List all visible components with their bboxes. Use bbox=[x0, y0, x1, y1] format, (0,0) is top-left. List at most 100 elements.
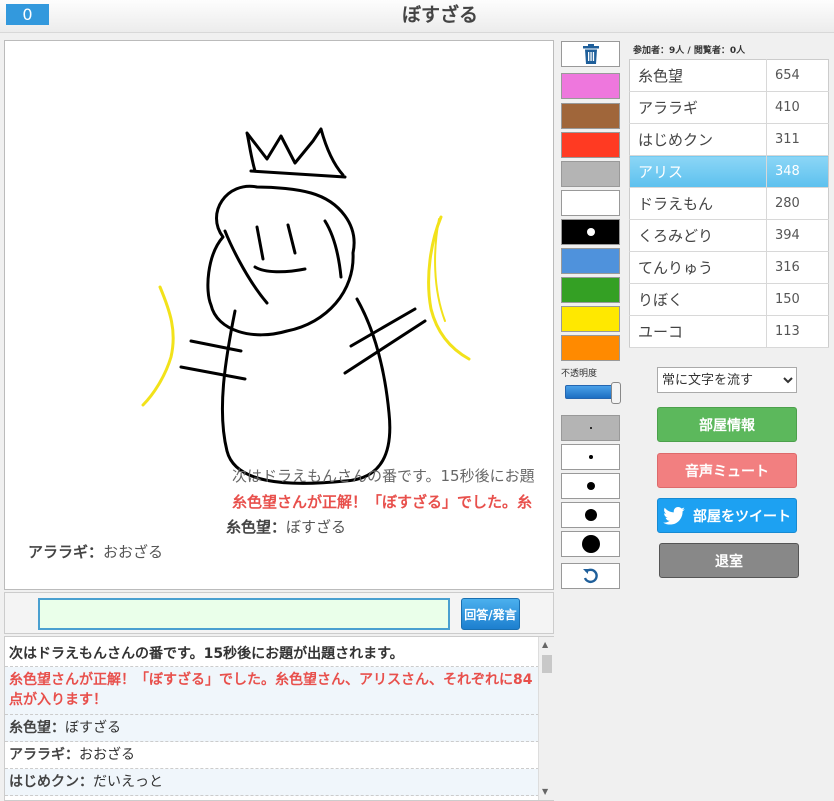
stroke-yellow-right bbox=[427, 215, 471, 361]
player-score: 410 bbox=[766, 91, 829, 124]
overlay-correct-message: 糸色望さんが正解！「ぼすざる」でした。糸 bbox=[232, 493, 533, 511]
player-score: 316 bbox=[766, 251, 829, 284]
participant-count: 参加者：9人 / 閲覧者：0人 bbox=[633, 46, 746, 56]
player-row: 糸色望 654 bbox=[629, 59, 829, 92]
stroke-eye-right bbox=[286, 223, 297, 255]
dot-icon bbox=[589, 427, 592, 429]
log-item: 糸色望さんが正解！「ぼすざる」でした。糸色望さん、アリスさん、それぞれに84点が… bbox=[5, 667, 539, 715]
chat-log: 次はドラえもんさんの番です。15秒後にお題が出題されます。 糸色望さんが正解！「ぼ… bbox=[4, 636, 554, 801]
stroke-mouth bbox=[253, 265, 307, 274]
log-user: アララギ： bbox=[9, 747, 79, 763]
stroke-yellow-left bbox=[141, 285, 175, 407]
brush-size-5[interactable] bbox=[561, 531, 620, 557]
log-text: だいえっと bbox=[93, 774, 163, 790]
mute-audio-button[interactable]: 音声ミュート bbox=[657, 453, 797, 488]
player-row: はじめクン 311 bbox=[629, 123, 829, 156]
opacity-track[interactable] bbox=[565, 385, 617, 399]
player-row: くろみどり 394 bbox=[629, 219, 829, 252]
answer-input[interactable] bbox=[38, 598, 450, 630]
dot-icon bbox=[586, 482, 595, 490]
log-item: はじめクン：だいえっと bbox=[5, 769, 539, 796]
trash-icon bbox=[582, 44, 599, 64]
stroke-head bbox=[206, 184, 356, 337]
clear-canvas-button[interactable] bbox=[561, 41, 620, 67]
timer-badge: 0 bbox=[6, 4, 49, 25]
submit-answer-button[interactable]: 回答/発言 bbox=[461, 598, 520, 630]
player-list: 糸色望 654 アララギ 410 はじめクン 311 アリス 348 ドラえもん 280 くろみどり… bbox=[629, 59, 829, 348]
overlay-chat-2: アララギ：おおざる bbox=[28, 541, 163, 562]
log-item: 糸色望：ぼすざる bbox=[5, 715, 539, 742]
player-score: 311 bbox=[766, 123, 829, 156]
overlay-chat-user: アララギ： bbox=[28, 543, 104, 561]
opacity-slider[interactable] bbox=[565, 382, 621, 404]
overlay-chat-user: 糸色望： bbox=[226, 518, 287, 536]
player-name: てんりゅう bbox=[629, 251, 767, 284]
color-swatch[interactable] bbox=[561, 132, 620, 158]
color-swatch[interactable] bbox=[561, 306, 620, 332]
color-swatch[interactable] bbox=[561, 335, 620, 361]
drawing-canvas[interactable]: 次はドラえもんさんの番です。15秒後にお題 糸色望さんが正解！「ぼすざる」でした… bbox=[4, 40, 554, 590]
overlay-chat-1: 糸色望：ぼすざる bbox=[226, 516, 346, 537]
tweet-room-label: 部屋をツイート bbox=[693, 508, 791, 525]
player-name: りぼく bbox=[629, 283, 767, 316]
log-user: はじめクン： bbox=[9, 774, 93, 790]
stroke-arm-left-2 bbox=[179, 365, 247, 381]
color-swatch[interactable] bbox=[561, 277, 620, 303]
scroll-down-icon[interactable]: ▼ bbox=[542, 787, 548, 796]
overlay-chat-text: ぼすざる bbox=[286, 518, 347, 536]
stroke-arm-right-2 bbox=[343, 319, 427, 375]
color-swatch[interactable] bbox=[561, 73, 620, 99]
stroke-yellow-right-2 bbox=[434, 218, 446, 322]
player-row: ドラえもん 280 bbox=[629, 187, 829, 220]
brush-size-4[interactable] bbox=[561, 502, 620, 528]
color-swatch[interactable] bbox=[561, 103, 620, 129]
dot-icon bbox=[581, 535, 600, 553]
opacity-thumb[interactable] bbox=[611, 382, 621, 404]
stroke-face-right bbox=[323, 219, 343, 279]
color-swatch[interactable] bbox=[561, 190, 620, 216]
player-name: はじめクン bbox=[629, 123, 767, 156]
player-row: アララギ 410 bbox=[629, 91, 829, 124]
undo-button[interactable] bbox=[561, 563, 620, 589]
stroke-crown-base bbox=[249, 169, 347, 179]
player-score: 348 bbox=[766, 155, 829, 188]
log-item: 次はドラえもんさんの番です。15秒後にお題が出題されます。 bbox=[5, 641, 539, 667]
player-score: 113 bbox=[766, 315, 829, 348]
undo-icon bbox=[582, 568, 598, 584]
log-item: アララギ：おおざる bbox=[5, 742, 539, 769]
player-row: りぼく 150 bbox=[629, 283, 829, 316]
brush-size-1[interactable] bbox=[561, 415, 620, 441]
player-score: 654 bbox=[766, 59, 829, 92]
log-text: おおざる bbox=[79, 747, 135, 763]
topic-title: ぼすざる bbox=[401, 4, 478, 26]
tweet-room-button[interactable]: 部屋をツイート bbox=[657, 498, 797, 533]
log-text: ぼすざる bbox=[65, 720, 121, 736]
brush-size-2[interactable] bbox=[561, 444, 620, 470]
player-score: 280 bbox=[766, 187, 829, 220]
scroll-up-icon[interactable]: ▲ bbox=[542, 640, 548, 649]
player-row: アリス 348 bbox=[629, 155, 829, 188]
opacity-label: 不透明度 bbox=[561, 369, 598, 379]
player-name: 糸色望 bbox=[629, 59, 767, 92]
stroke-arm-right-1 bbox=[349, 307, 417, 348]
player-score: 394 bbox=[766, 219, 829, 252]
overlay-chat-text: おおざる bbox=[103, 543, 164, 561]
chat-log-scrollbar[interactable]: ▲ ▼ bbox=[538, 637, 555, 800]
leave-room-button[interactable]: 退室 bbox=[659, 543, 799, 578]
brush-size-3[interactable] bbox=[561, 473, 620, 499]
player-name: ユーコ bbox=[629, 315, 767, 348]
room-info-button[interactable]: 部屋情報 bbox=[657, 407, 797, 442]
log-user: 糸色望： bbox=[9, 720, 65, 736]
stroke-arm-left-1 bbox=[189, 339, 243, 353]
dot-icon bbox=[584, 509, 597, 521]
player-row: ユーコ 113 bbox=[629, 315, 829, 348]
dot-icon bbox=[588, 455, 593, 459]
color-swatch[interactable] bbox=[561, 219, 620, 245]
color-swatch[interactable] bbox=[561, 248, 620, 274]
twitter-bird-icon bbox=[663, 506, 685, 525]
text-scroll-select[interactable]: 常に文字を流す bbox=[657, 367, 797, 393]
player-name: アリス bbox=[629, 155, 767, 188]
stroke-eye-left bbox=[255, 225, 265, 261]
color-swatch[interactable] bbox=[561, 161, 620, 187]
scroll-thumb[interactable] bbox=[542, 655, 552, 673]
